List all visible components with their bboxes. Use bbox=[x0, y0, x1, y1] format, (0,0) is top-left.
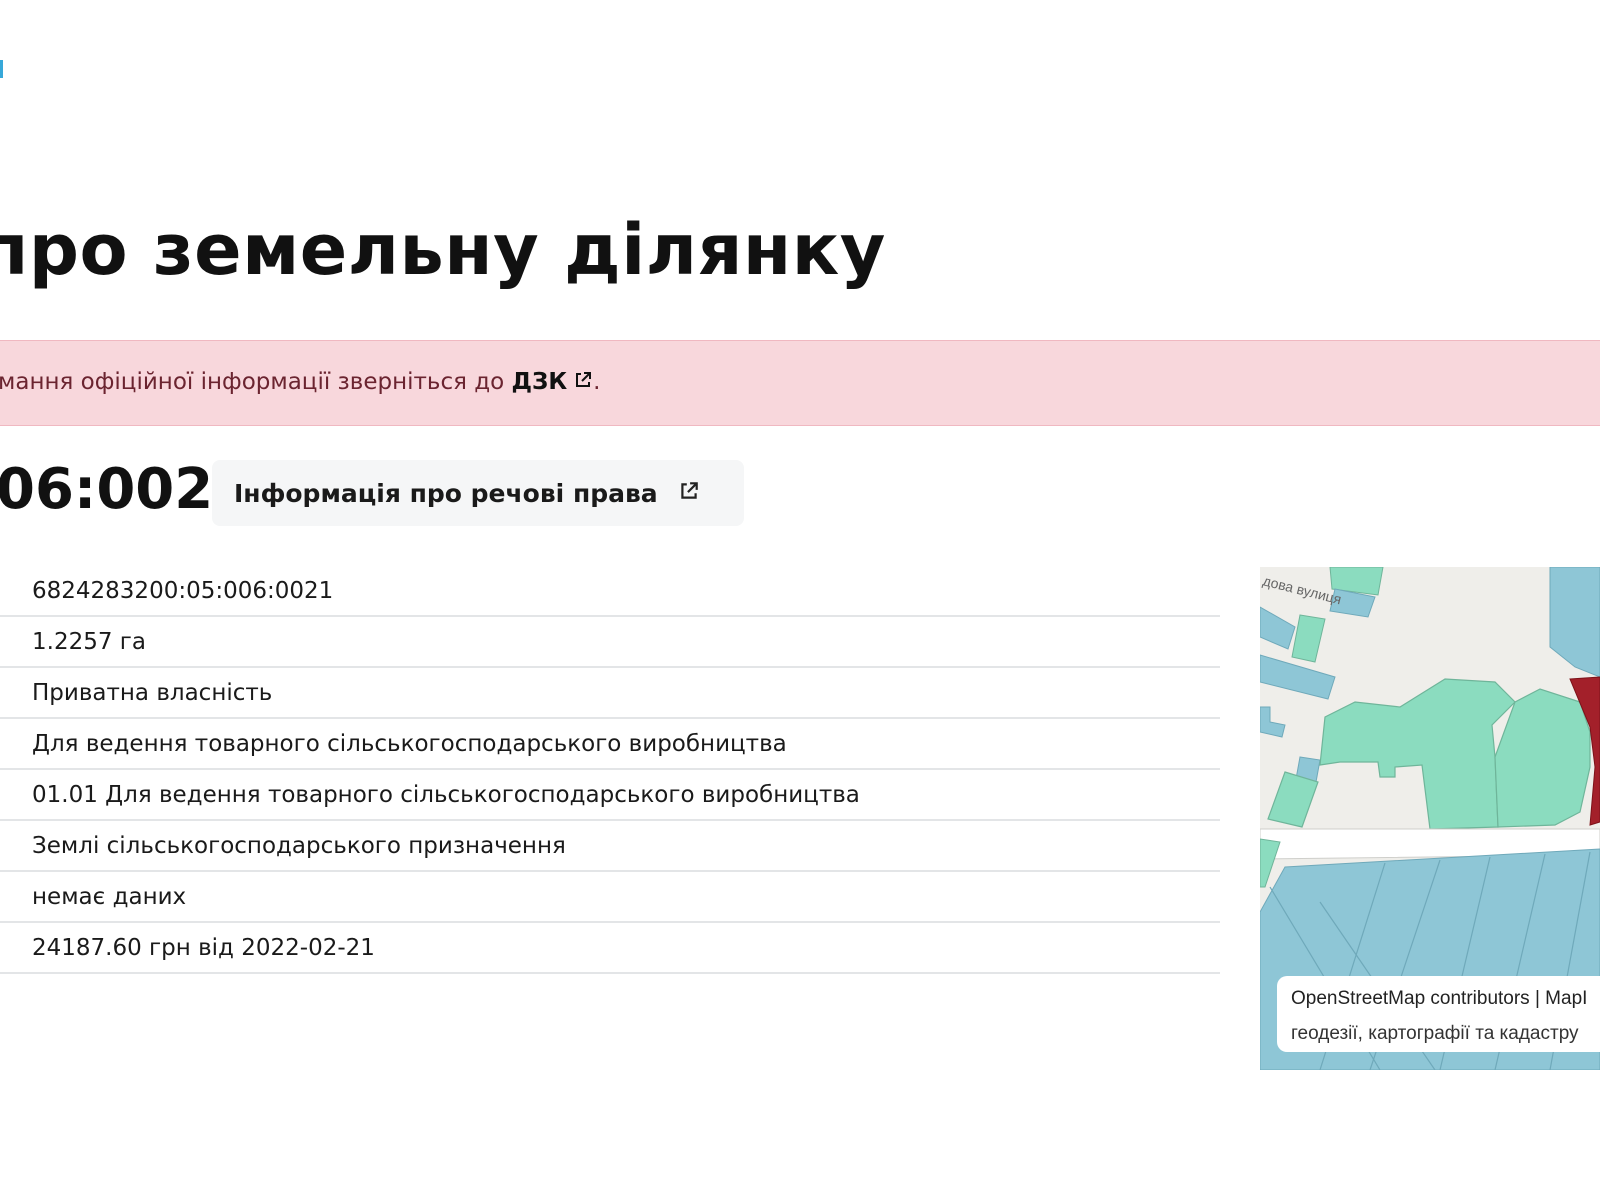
alert-text: мання офіційної інформації зверніться до… bbox=[0, 369, 600, 396]
property-rights-button[interactable]: Інформація про речові права bbox=[212, 460, 744, 526]
ownership-value: Приватна власність bbox=[32, 679, 273, 706]
row-cadastral-number: 6824283200:05:006:0021 bbox=[0, 566, 1220, 617]
dzk-link-label: ДЗК bbox=[511, 369, 568, 395]
official-info-alert: мання офіційної інформації зверніться до… bbox=[0, 340, 1600, 426]
external-link-icon bbox=[678, 480, 700, 506]
external-link-icon bbox=[573, 370, 593, 396]
purpose-code-value: 01.01 Для ведення товарного сільськогосп… bbox=[32, 781, 860, 808]
page-title: про земельну ділянку bbox=[0, 209, 886, 291]
logo-fragment bbox=[0, 60, 3, 78]
property-rights-label: Інформація про речові права bbox=[234, 478, 658, 508]
normative-value: 24187.60 грн від 2022-02-21 bbox=[32, 934, 375, 961]
row-purpose: Для ведення товарного сільськогосподарсь… bbox=[0, 719, 1220, 770]
cadastral-number-value: 6824283200:05:006:0021 bbox=[32, 577, 334, 604]
parcel-map[interactable]: дова вулиця OpenStreetMap contributors |… bbox=[1260, 567, 1600, 1070]
alert-message: мання офіційної інформації зверніться до bbox=[0, 369, 512, 395]
no-data-value: немає даних bbox=[32, 883, 187, 910]
row-land-category: Землі сільськогосподарського призначення bbox=[0, 821, 1220, 872]
land-category-value: Землі сільськогосподарського призначення bbox=[32, 832, 566, 859]
row-normative-value: 24187.60 грн від 2022-02-21 bbox=[0, 923, 1220, 974]
row-ownership: Приватна власність bbox=[0, 668, 1220, 719]
attribution-line-2: геодезії, картографії та кадастру bbox=[1291, 1023, 1579, 1044]
row-no-data: немає даних bbox=[0, 872, 1220, 923]
alert-period: . bbox=[593, 369, 601, 395]
area-value: 1.2257 га bbox=[32, 628, 146, 655]
attribution-line-1: OpenStreetMap contributors | MapI bbox=[1291, 988, 1588, 1009]
map-attribution: OpenStreetMap contributors | MapI геодез… bbox=[1277, 976, 1600, 1052]
row-area: 1.2257 га bbox=[0, 617, 1220, 668]
dzk-link[interactable]: ДЗК bbox=[512, 369, 594, 395]
parcel-info-table: 6824283200:05:006:0021 1.2257 га Приватн… bbox=[0, 566, 1220, 974]
row-purpose-code: 01.01 Для ведення товарного сільськогосп… bbox=[0, 770, 1220, 821]
purpose-value: Для ведення товарного сільськогосподарсь… bbox=[32, 730, 787, 757]
